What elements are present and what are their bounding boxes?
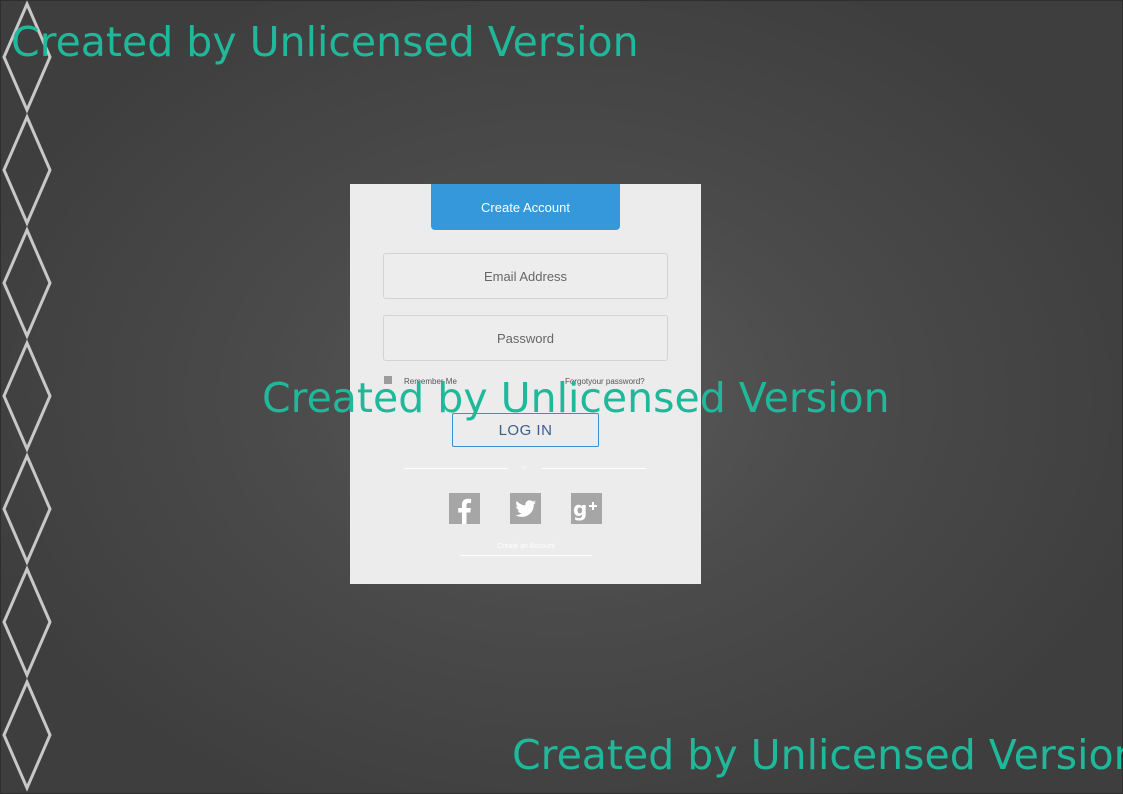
divider-right [542, 468, 646, 469]
decorative-diamond-border [2, 0, 52, 792]
svg-text:g: g [573, 497, 587, 521]
password-field[interactable]: Password [383, 315, 668, 361]
create-link-underline [460, 555, 592, 556]
remember-me-checkbox[interactable] [384, 376, 392, 384]
divider-left [404, 468, 508, 469]
create-an-account-link[interactable]: Create an Account [460, 543, 592, 550]
login-card: Create Account Email Address Password Re… [350, 184, 701, 584]
create-account-button[interactable]: Create Account [431, 184, 620, 230]
remember-me-label: Remember Me [404, 377, 457, 386]
twitter-icon[interactable] [510, 493, 541, 524]
email-field[interactable]: Email Address [383, 253, 668, 299]
forgot-password-link[interactable]: Forgotyour password? [565, 377, 645, 386]
divider-or-text: or [522, 465, 527, 471]
facebook-icon[interactable] [449, 493, 480, 524]
google-plus-icon[interactable]: g [571, 493, 602, 524]
login-button[interactable]: LOG IN [452, 413, 599, 447]
